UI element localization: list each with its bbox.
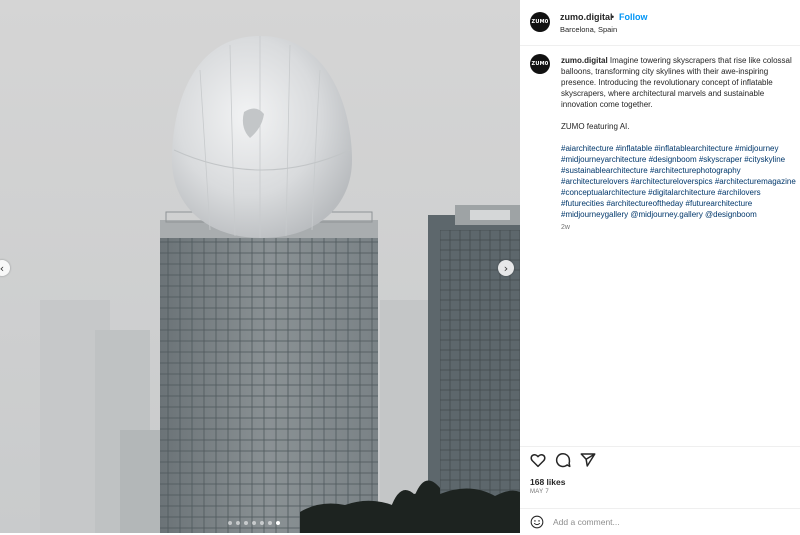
caption-line: balloons, transforming city skylines wit…	[561, 67, 769, 76]
chevron-right-icon: ›	[503, 261, 509, 275]
username-link[interactable]: zumo.digital	[560, 12, 613, 22]
location-link[interactable]: Barcelona, Spain	[560, 25, 617, 34]
right-building	[428, 205, 520, 533]
hashtag-line[interactable]: #midjourneygallery @midjourney.gallery @…	[561, 209, 800, 220]
hashtag-line[interactable]: #sustainablearchitecture #architectureph…	[561, 165, 800, 176]
carousel-indicator	[228, 521, 280, 525]
carousel-dot	[244, 521, 248, 525]
avatar[interactable]: ZUM0	[530, 54, 550, 74]
caption-block: ZUM0 zumo.digital Imagine towering skysc…	[520, 46, 800, 446]
carousel-next-button[interactable]: ›	[498, 260, 514, 276]
skyscraper-photo	[0, 0, 520, 533]
hashtag-line[interactable]: #futurecities #architectureoftheday #fut…	[561, 198, 800, 209]
action-bar: 168 likes MAY 7	[520, 446, 800, 534]
share-icon[interactable]	[579, 451, 597, 469]
caption-username[interactable]: zumo.digital	[561, 56, 608, 65]
chevron-left-icon: ‹	[0, 261, 5, 275]
hashtag-line[interactable]: #architecturelovers #architectureloversp…	[561, 176, 800, 187]
main-tower	[160, 211, 378, 533]
carousel-dot	[268, 521, 272, 525]
caption-line-text: Imagine towering skyscrapers that rise l…	[609, 56, 792, 65]
emoji-icon[interactable]	[530, 515, 544, 529]
post-image[interactable]: ‹ ›	[0, 0, 520, 533]
carousel-dot	[252, 521, 256, 525]
comment-icon[interactable]	[554, 451, 572, 469]
hashtags[interactable]: #aiarchitecture #inflatable #inflatablea…	[561, 143, 800, 220]
separator-dot: •	[611, 12, 615, 22]
heart-icon[interactable]	[529, 451, 547, 469]
caption-text: zumo.digital Imagine towering skyscraper…	[561, 55, 800, 132]
follow-button[interactable]: Follow	[619, 12, 648, 22]
caption-line: innovation come together.	[561, 100, 653, 109]
carousel-dot-active	[276, 521, 280, 525]
hashtag-line[interactable]: #midjourneyarchitecture #designboom #sky…	[561, 154, 800, 165]
post-sidebar: ZUM0 zumo.digital • Follow Barcelona, Sp…	[520, 0, 800, 533]
avatar[interactable]: ZUM0	[530, 12, 550, 32]
likes-count[interactable]: 168 likes	[530, 477, 565, 487]
post-date: MAY 7	[530, 489, 549, 495]
post-header: ZUM0 zumo.digital • Follow Barcelona, Sp…	[520, 0, 800, 46]
comment-input[interactable]	[553, 515, 773, 529]
caption-line: skyscrapers, where architectural marvels…	[561, 89, 765, 98]
carousel-dot	[236, 521, 240, 525]
comment-row	[520, 508, 800, 535]
carousel-dot	[260, 521, 264, 525]
hashtag-line[interactable]: #conceptualarchitecture #digitalarchitec…	[561, 187, 800, 198]
caption-line: zumo.digital Imagine towering skyscraper…	[561, 55, 800, 66]
carousel-dot	[228, 521, 232, 525]
time-ago[interactable]: 2w	[561, 224, 570, 231]
hashtag-line[interactable]: #aiarchitecture #inflatable #inflatablea…	[561, 143, 800, 154]
caption-line: presence. Introducing the revolutionary …	[561, 78, 773, 87]
caption-extra: ZUMO featuring AI.	[561, 122, 630, 131]
